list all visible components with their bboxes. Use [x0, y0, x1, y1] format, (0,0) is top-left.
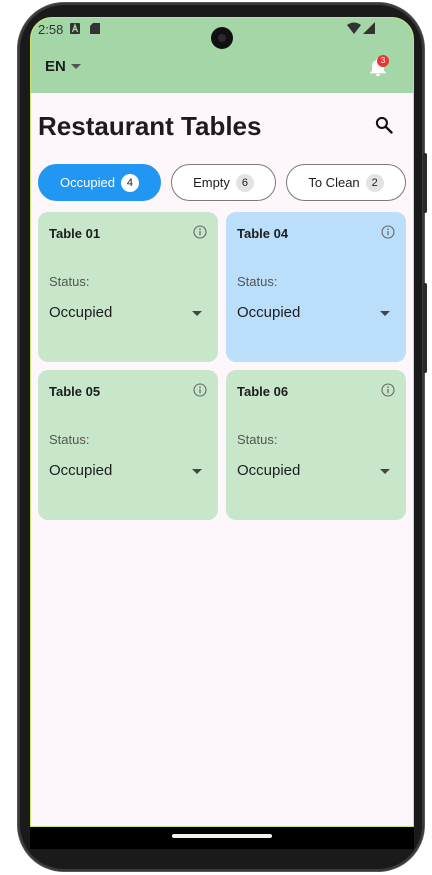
- table-name: Table 06: [237, 384, 289, 399]
- app-bar: 2:58 EN 3: [31, 18, 413, 93]
- table-name: Table 05: [49, 384, 101, 399]
- caret-down-icon[interactable]: [192, 469, 202, 474]
- status-dropdown[interactable]: Occupied: [49, 462, 112, 479]
- status-dropdown[interactable]: Occupied: [49, 304, 112, 321]
- table-name: Table 04: [237, 226, 289, 241]
- chip-label: Empty: [193, 175, 230, 190]
- chip-count: 6: [235, 173, 254, 192]
- search-icon[interactable]: [374, 115, 394, 135]
- caret-down-icon[interactable]: [380, 311, 390, 316]
- chip-count: 2: [365, 173, 384, 192]
- power-button: [423, 153, 427, 213]
- status-label: Status:: [237, 274, 278, 289]
- app-screen: 2:58 EN 3 Restaurant Tables Occupied 4 E…: [30, 17, 414, 827]
- table-card-06[interactable]: Table 06 Status: Occupied: [226, 370, 406, 520]
- status-label: Status:: [237, 432, 278, 447]
- info-icon[interactable]: [381, 225, 395, 239]
- sim-card-icon: [90, 23, 100, 34]
- system-nav-bar: [30, 827, 414, 849]
- table-name: Table 01: [49, 226, 101, 241]
- filter-chip-empty[interactable]: Empty 6: [171, 164, 276, 201]
- front-camera: [211, 27, 233, 49]
- caret-down-icon[interactable]: [192, 311, 202, 316]
- status-label: Status:: [49, 274, 90, 289]
- filter-chip-to-clean[interactable]: To Clean 2: [286, 164, 406, 201]
- chip-label: Occupied: [60, 175, 115, 190]
- status-label: Status:: [49, 432, 90, 447]
- status-time: 2:58: [38, 22, 64, 37]
- notification-badge: 3: [377, 55, 389, 67]
- page-title: Restaurant Tables: [38, 111, 262, 141]
- info-icon[interactable]: [193, 383, 207, 397]
- language-caret-icon[interactable]: [71, 64, 81, 69]
- notification-a-icon: [70, 23, 80, 34]
- info-icon[interactable]: [193, 225, 207, 239]
- filter-chip-occupied[interactable]: Occupied 4: [38, 164, 161, 201]
- caret-down-icon[interactable]: [380, 469, 390, 474]
- table-card-04[interactable]: Table 04 Status: Occupied: [226, 212, 406, 362]
- chip-label: To Clean: [308, 175, 360, 190]
- status-dropdown[interactable]: Occupied: [237, 304, 300, 321]
- table-card-05[interactable]: Table 05 Status: Occupied: [38, 370, 218, 520]
- status-dropdown[interactable]: Occupied: [237, 462, 300, 479]
- wifi-icon: [347, 22, 361, 34]
- info-icon[interactable]: [381, 383, 395, 397]
- volume-button: [423, 283, 427, 373]
- chip-count: 4: [120, 173, 139, 192]
- home-gesture-pill[interactable]: [172, 834, 272, 838]
- cell-signal-icon: [363, 22, 375, 34]
- table-card-01[interactable]: Table 01 Status: Occupied: [38, 212, 218, 362]
- language-selector[interactable]: EN: [45, 58, 66, 75]
